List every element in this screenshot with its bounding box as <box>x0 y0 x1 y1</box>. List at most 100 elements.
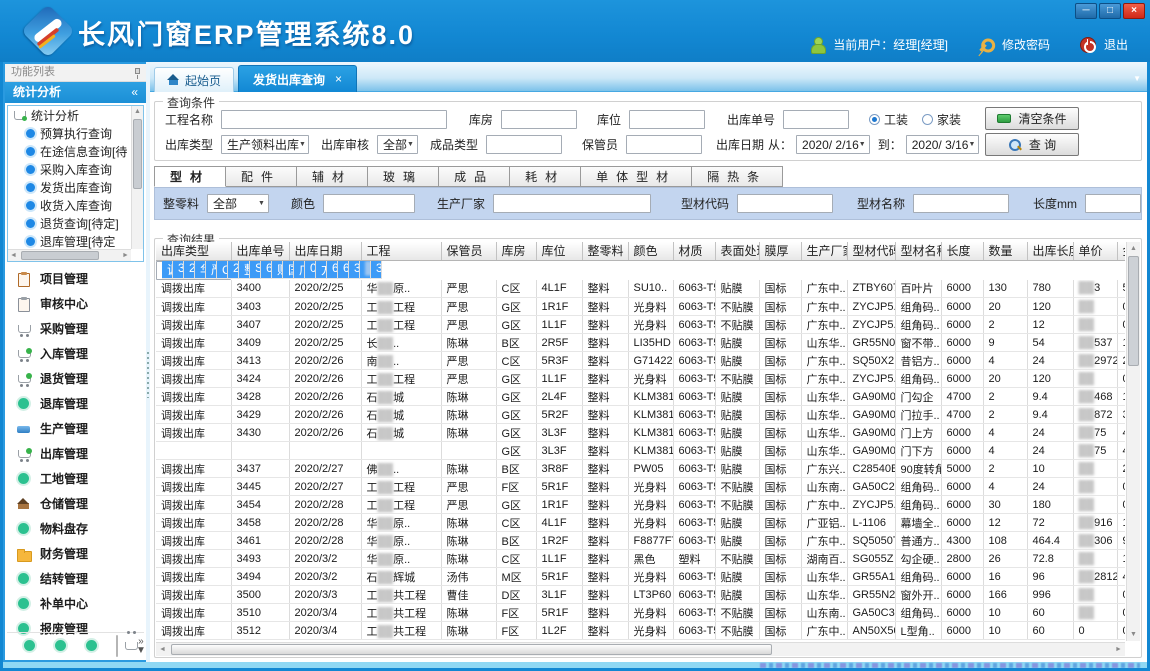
collapse-icon[interactable]: « <box>131 82 138 102</box>
logout-link[interactable]: 退出 <box>1104 36 1128 53</box>
order-no-input[interactable] <box>783 110 849 129</box>
sidebar-item-outbound[interactable]: 出库管理 <box>7 441 144 466</box>
column-header[interactable]: 膜厚 <box>759 242 801 260</box>
table-row[interactable]: 调拨出库34582020/2/28华██原..陈琳C区4L1F整料光身料6063… <box>156 514 1125 532</box>
table-row[interactable]: 调拨出库34302020/2/26石██城陈琳G区3L3F整料KLM381760… <box>156 424 1125 442</box>
product-type-input[interactable] <box>486 135 562 154</box>
audit-select[interactable]: 全部▼ <box>377 135 418 154</box>
circle-icon[interactable] <box>23 639 36 652</box>
scroll-down-icon[interactable]: ▼ <box>1127 628 1140 641</box>
tab-glass[interactable]: 玻璃 <box>368 166 439 187</box>
scroll-up-icon[interactable]: ▲ <box>132 106 143 117</box>
table-row[interactable]: 调拨出库34282020/2/26石██城陈琳G区2L4F整料KLM381760… <box>156 388 1125 406</box>
column-header[interactable]: 颜色 <box>628 242 673 260</box>
table-row[interactable]: 调拨出库33992020/2/25华██原..严思C区2L1F整料SU10..6… <box>156 261 231 280</box>
tab-ship-out-query[interactable]: 发货出库查询 × <box>238 65 357 92</box>
radio-home-install[interactable] <box>922 114 933 125</box>
tree-root[interactable]: 统计分析 <box>8 106 143 124</box>
column-header[interactable]: 数量 <box>983 242 1027 260</box>
column-header[interactable]: 出库类型 <box>156 242 231 260</box>
tab-auxiliary[interactable]: 辅材 <box>297 166 368 187</box>
tab-finished[interactable]: 成品 <box>439 166 510 187</box>
clear-conditions-button[interactable]: 清空条件 <box>985 107 1079 130</box>
project-name-input[interactable] <box>221 110 447 129</box>
whole-part-select[interactable]: 全部▼ <box>207 194 269 213</box>
outbound-type-select[interactable]: 生产领料出库▼ <box>221 135 309 154</box>
date-to-select[interactable]: 2020/ 3/16▼ <box>906 135 980 154</box>
column-header[interactable]: 保管员 <box>441 242 496 260</box>
sidebar-item-withdraw[interactable]: 退库管理 <box>7 391 144 416</box>
tab-home[interactable]: 起始页 <box>154 67 234 92</box>
grid-horizontal-scrollbar[interactable]: ◄ ► <box>156 642 1125 656</box>
sidebar-item-carryover[interactable]: 结转管理 <box>7 566 144 591</box>
column-header[interactable]: 库位 <box>536 242 582 260</box>
scroll-right-icon[interactable]: ► <box>120 250 131 261</box>
table-row[interactable]: 调拨出库34292020/2/26石██城陈琳G区5R2F整料KLM381760… <box>156 406 1125 424</box>
tab-profile[interactable]: 型材 <box>154 166 226 187</box>
sidebar-item-purchase[interactable]: 采购管理 <box>7 316 144 341</box>
sidebar-item-inbound[interactable]: 入库管理 <box>7 341 144 366</box>
length-input[interactable] <box>1085 194 1141 213</box>
circle-icon[interactable] <box>54 639 67 652</box>
circle-icon[interactable] <box>85 639 98 652</box>
column-header[interactable]: 单价 <box>1073 242 1117 260</box>
tree-item-return-query[interactable]: 退货查询[待定] <box>8 214 143 232</box>
table-row[interactable]: 调拨出库34092020/2/25长██..陈琳B区2R5F整料LI35HD60… <box>156 334 1125 352</box>
column-header[interactable]: 出库长度 <box>1027 242 1073 260</box>
stats-section-header[interactable]: 统计分析 « <box>5 82 146 103</box>
table-row[interactable]: 调拨出库34942020/3/2石██辉城汤伟M区5R1F整料光身料6063-T… <box>156 568 1125 586</box>
profile-code-input[interactable] <box>737 194 833 213</box>
change-password-link[interactable]: 修改密码 <box>1002 36 1050 53</box>
tab-accessory[interactable]: 配件 <box>226 166 297 187</box>
scroll-left-icon[interactable]: ◄ <box>8 250 19 261</box>
profile-name-input[interactable] <box>913 194 1009 213</box>
column-header[interactable]: 库房 <box>496 242 536 260</box>
close-button[interactable]: × <box>1123 3 1145 19</box>
table-row[interactable]: 调拨出库34452020/2/27工██工程严思F区5R1F整料光身料6063-… <box>156 478 1125 496</box>
scroll-up-icon[interactable]: ▲ <box>1127 242 1140 255</box>
keeper-input[interactable] <box>626 135 702 154</box>
tree-item-intransit[interactable]: 在途信息查询[待 <box>8 142 143 160</box>
table-row[interactable]: 调拨出库35122020/3/4工██共工程陈琳F区1L2F整料光身料6063-… <box>156 622 1125 640</box>
pin-icon[interactable] <box>135 68 140 74</box>
column-header[interactable]: 工程 <box>361 242 441 260</box>
scroll-right-icon[interactable]: ► <box>1112 643 1125 656</box>
tab-single-profile[interactable]: 单体型材 <box>581 166 692 187</box>
scroll-left-icon[interactable]: ◄ <box>156 643 169 656</box>
tab-consumable[interactable]: 耗材 <box>510 166 581 187</box>
column-header[interactable]: 型材名称 <box>895 242 941 260</box>
warehouse-input[interactable] <box>501 110 577 129</box>
table-row[interactable]: 调拨出库34372020/2/27佛██..陈琳B区3R8F整料PW056063… <box>156 460 1125 478</box>
manufacturer-input[interactable] <box>493 194 651 213</box>
location-input[interactable] <box>629 110 705 129</box>
table-row[interactable]: 调拨出库34932020/3/2华██原..陈琳C区1L1F整料黑色塑料不贴膜国… <box>156 550 1125 568</box>
table-row[interactable]: 调拨出库34032020/2/25工██工程严思G区1R1F整料光身料6063-… <box>156 298 1125 316</box>
tree-item-purchase-in[interactable]: 采购入库查询 <box>8 160 143 178</box>
sidebar-item-inventory[interactable]: 物料盘存 <box>7 516 144 541</box>
tree-horizontal-scrollbar[interactable]: ◄ ► <box>8 249 131 261</box>
column-header[interactable]: 整零料 <box>582 242 628 260</box>
table-row[interactable]: 调拨出库34072020/2/25工██工程严思G区1L1F整料光身料6063-… <box>156 316 1125 334</box>
table-row[interactable]: 调拨出库35002020/3/3工██共工程曹佳D区3L1F整料LT3P6060… <box>156 586 1125 604</box>
tree-vertical-scrollbar[interactable]: ▲ ▼ <box>131 106 143 249</box>
column-header[interactable]: 金额 <box>1117 242 1125 260</box>
maximize-button[interactable]: □ <box>1099 3 1121 19</box>
search-button[interactable]: 查 询 <box>985 133 1079 156</box>
sidebar-item-finance[interactable]: 财务管理 <box>7 541 144 566</box>
sidebar-item-returns[interactable]: 退货管理 <box>7 366 144 391</box>
sidebar-item-warehouse[interactable]: 仓储管理 <box>7 491 144 516</box>
tab-dropdown-icon[interactable]: ▼ <box>1133 74 1141 83</box>
tree-item-return-mgmt[interactable]: 退库管理[待定 <box>8 232 143 250</box>
column-header[interactable]: 长度 <box>941 242 983 260</box>
radio-work-install[interactable] <box>869 114 880 125</box>
minimize-button[interactable]: ─ <box>1075 3 1097 19</box>
column-header[interactable]: 型材代码 <box>847 242 895 260</box>
close-tab-icon[interactable]: × <box>335 72 342 86</box>
sidebar-item-production[interactable]: 生产管理 <box>7 416 144 441</box>
table-row[interactable]: 调拨出库34542020/2/28工██工程严思G区1R1F整料光身料6063-… <box>156 496 1125 514</box>
color-input[interactable] <box>323 194 415 213</box>
grid-vertical-scrollbar[interactable]: ▲ ▼ <box>1126 242 1140 641</box>
column-header[interactable]: 材质 <box>673 242 715 260</box>
tree-item-receive-in[interactable]: 收货入库查询 <box>8 196 143 214</box>
table-row[interactable]: 调拨出库34132020/2/26南██..严思C区5R3F整料G7142260… <box>156 352 1125 370</box>
